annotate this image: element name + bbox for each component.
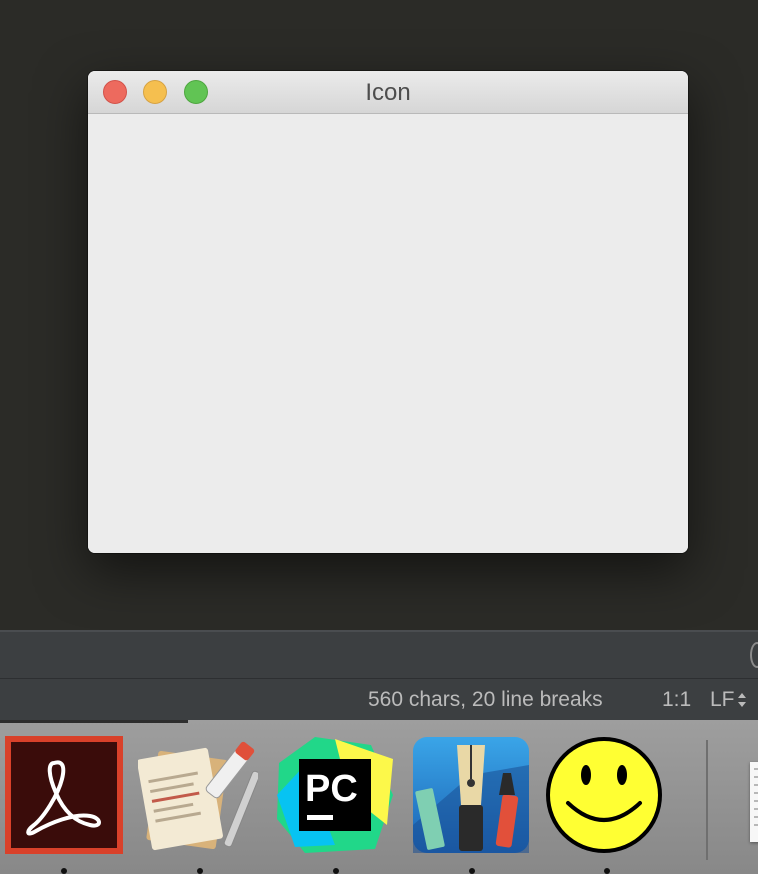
running-indicator bbox=[333, 868, 339, 874]
document-icon[interactable] bbox=[750, 762, 758, 842]
caret-position-status[interactable]: 1:1 bbox=[662, 688, 691, 712]
acrobat-reader-icon[interactable] bbox=[4, 735, 124, 855]
window-title: Icon bbox=[365, 79, 411, 106]
line-separator-status[interactable]: LF bbox=[710, 688, 735, 712]
running-indicator bbox=[61, 868, 67, 874]
running-indicator bbox=[197, 868, 203, 874]
up-down-arrows-icon[interactable] bbox=[736, 691, 748, 709]
desktop: Icon 560 chars, 20 line breaks 1:1 LF PC bbox=[0, 0, 758, 874]
smiley-icon[interactable] bbox=[544, 735, 664, 855]
editor-panel bbox=[0, 630, 758, 680]
dock: PC bbox=[0, 720, 758, 874]
window-content bbox=[88, 114, 688, 553]
dock-separator bbox=[706, 740, 708, 860]
running-indicator bbox=[604, 868, 610, 874]
textedit-icon[interactable] bbox=[138, 735, 258, 855]
status-bar: 560 chars, 20 line breaks 1:1 LF bbox=[0, 678, 758, 721]
panel-edge-control[interactable] bbox=[750, 642, 758, 668]
dock-divider-line bbox=[0, 720, 188, 723]
vectornator-icon[interactable] bbox=[411, 735, 531, 855]
app-window: Icon bbox=[88, 71, 688, 553]
pycharm-label: PC bbox=[305, 768, 358, 810]
running-indicator bbox=[469, 868, 475, 874]
pycharm-icon[interactable]: PC bbox=[275, 735, 395, 855]
window-titlebar[interactable]: Icon bbox=[88, 71, 688, 114]
char-count-status[interactable]: 560 chars, 20 line breaks bbox=[368, 688, 603, 712]
